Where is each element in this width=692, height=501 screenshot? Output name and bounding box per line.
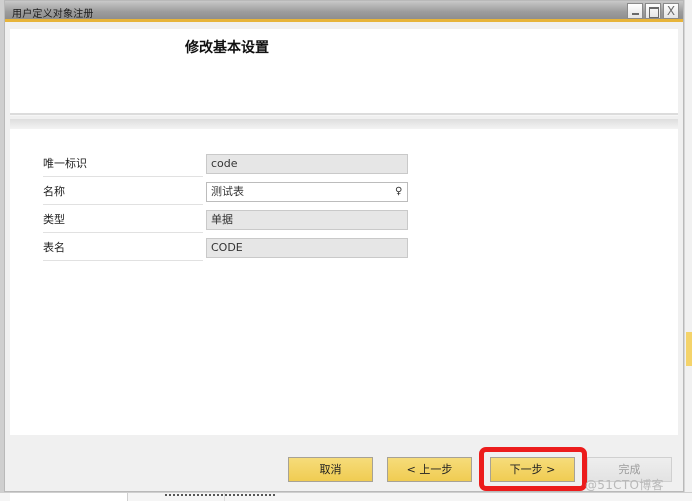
unique-id-label: 唯一标识 [43,153,203,177]
name-label: 名称 [43,181,203,205]
table-name-label: 表名 [43,237,203,261]
name-field-value: 测试表 [211,185,244,198]
wizard-footer: 取消 < 上一步 下一步 > 完成 [5,435,683,491]
title-bar[interactable]: 用户定义对象注册 X [5,1,683,22]
page-title: 修改基本设置 [185,40,269,56]
form-panel: 唯一标识 code 名称 测试表 ♀ 类型 单据 表名 CODE [10,129,678,435]
back-button[interactable]: < 上一步 [387,457,472,482]
field-row-table-name: 表名 CODE [43,237,408,261]
next-button[interactable]: 下一步 > [490,457,575,482]
table-name-field: CODE [206,238,408,258]
pin-icon[interactable]: ♀ [395,185,404,198]
field-row-type: 类型 单据 [43,209,408,233]
name-field[interactable]: 测试表 ♀ [206,182,408,202]
background-app-bottom-edge [0,492,692,501]
background-app-right-edge [684,0,692,501]
field-row-name: 名称 测试表 ♀ [43,181,408,205]
wizard-header: 修改基本设置 [10,29,678,115]
dialog-window: 用户定义对象注册 X 修改基本设置 唯一标识 code 名称 测试表 ♀ 类型 … [4,0,684,492]
window-controls: X [627,3,679,19]
close-icon[interactable]: X [663,3,679,19]
type-label: 类型 [43,209,203,233]
type-field: 单据 [206,210,408,230]
unique-id-field: code [206,154,408,174]
background-highlight-mark [686,332,692,366]
field-row-unique-id: 唯一标识 code [43,153,408,177]
maximize-icon[interactable] [645,3,661,19]
watermark: @51CTO博客 [585,478,664,492]
cancel-button[interactable]: 取消 [288,457,373,482]
screen: 用户定义对象注册 X 修改基本设置 唯一标识 code 名称 测试表 ♀ 类型 … [0,0,692,501]
minimize-icon[interactable] [627,3,643,19]
window-title: 用户定义对象注册 [12,9,94,20]
background-cell [10,493,128,501]
background-text [165,494,275,497]
